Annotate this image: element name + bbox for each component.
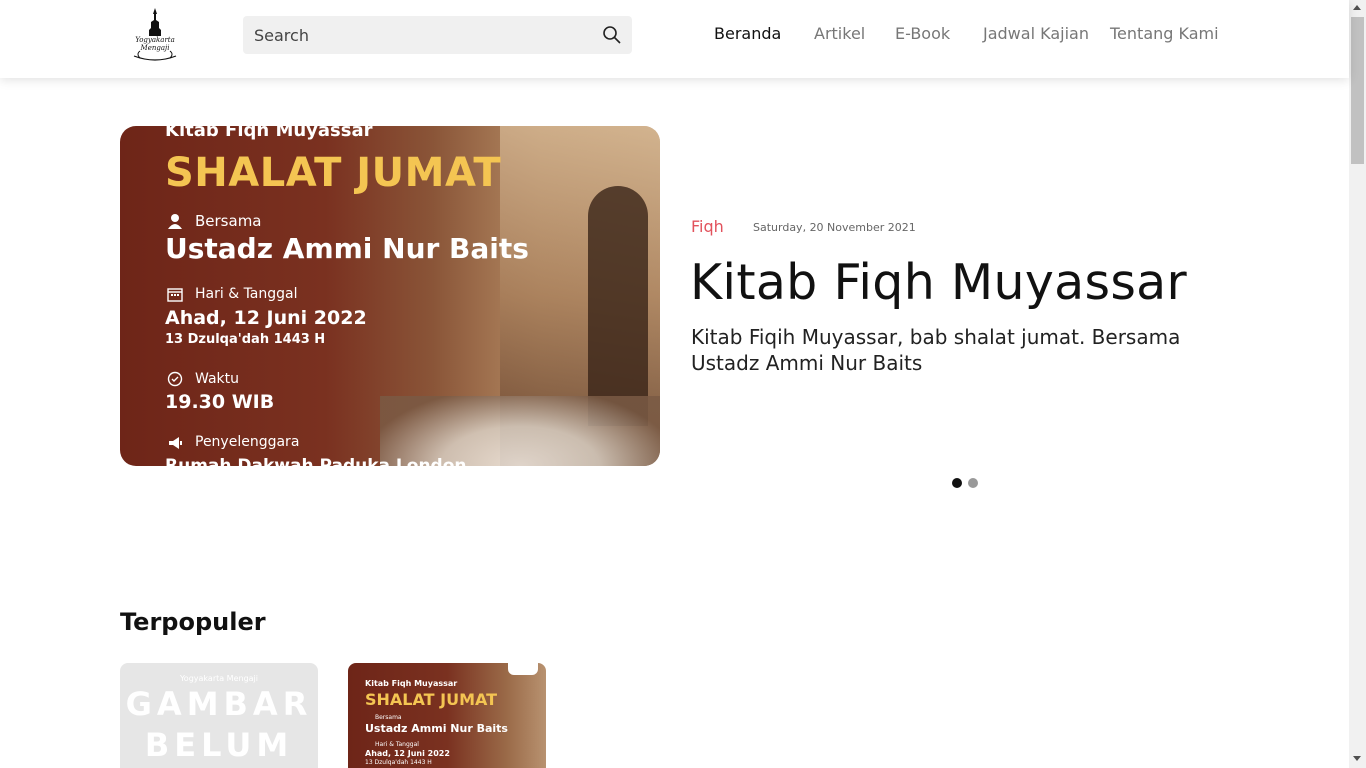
search-input[interactable] xyxy=(243,16,583,54)
popular-card-2[interactable]: Kitab Fiqh Muyassar SHALAT JUMAT Bersama… xyxy=(348,663,546,768)
search-icon[interactable] xyxy=(602,25,622,45)
site-logo[interactable]: Yogyakarta Mengaji xyxy=(126,6,184,62)
banner-time: 19.30 WIB xyxy=(165,391,275,413)
card-hijri-date: 13 Dzulqa'dah 1443 H xyxy=(365,759,432,766)
nav-ebook[interactable]: E-Book xyxy=(895,24,950,43)
banner-top-line: Kitab Fiqh Muyassar xyxy=(165,126,373,141)
post-category[interactable]: Fiqh xyxy=(691,217,724,236)
megaphone-icon xyxy=(169,437,182,449)
card-bersama-label: Bersama xyxy=(375,714,402,721)
banner-time-label: Waktu xyxy=(195,371,239,387)
logo-line-2: Mengaji xyxy=(140,44,170,52)
nav-jadwal-kajian[interactable]: Jadwal Kajian xyxy=(983,24,1089,43)
calendar-icon xyxy=(167,288,183,302)
post-description: Kitab Fiqih Muyassar, bab shalat jumat. … xyxy=(691,325,1181,375)
tugu-monument-icon xyxy=(133,8,177,61)
post-title[interactable]: Kitab Fiqh Muyassar xyxy=(690,254,1187,311)
card-date: Ahad, 12 Juni 2022 xyxy=(365,749,450,758)
card-placeholder-line-2: BELUM xyxy=(144,726,294,764)
logo-line-1: Yogyakarta xyxy=(135,36,175,44)
scroll-thumb[interactable] xyxy=(1351,17,1364,164)
carousel-dot-2[interactable] xyxy=(968,478,978,488)
scroll-up-arrow-icon[interactable] xyxy=(1353,5,1361,10)
person-icon xyxy=(168,214,182,229)
mosque-door-decor xyxy=(588,186,648,426)
banner-speaker: Ustadz Ammi Nur Baits xyxy=(165,232,529,265)
banner-title: SHALAT JUMAT xyxy=(165,150,502,196)
card-speaker: Ustadz Ammi Nur Baits xyxy=(365,722,508,735)
logo-text: Yogyakarta Mengaji xyxy=(126,36,184,52)
page-scrollbar[interactable] xyxy=(1349,0,1366,768)
card-date-label: Hari & Tanggal xyxy=(375,741,419,748)
nav-tentang-kami[interactable]: Tentang Kami xyxy=(1110,24,1219,43)
card-title: SHALAT JUMAT xyxy=(365,690,498,709)
site-header: Yogyakarta Mengaji Beranda Artikel E-Boo… xyxy=(0,0,1349,78)
card-brand: Yogyakarta Mengaji xyxy=(179,674,259,683)
card-placeholder-line-1: GAMBAR xyxy=(125,685,313,723)
banner-date: Ahad, 12 Juni 2022 xyxy=(165,307,367,329)
banner-bersama-label: Bersama xyxy=(195,212,262,230)
popular-section-title: Terpopuler xyxy=(120,608,266,636)
carousel-dot-1[interactable] xyxy=(952,478,962,488)
scroll-down-arrow-icon[interactable] xyxy=(1353,756,1361,761)
clock-icon xyxy=(167,371,183,387)
banner-date-label: Hari & Tanggal xyxy=(195,286,298,302)
nav-artikel[interactable]: Artikel xyxy=(814,24,865,43)
card-badge xyxy=(508,663,538,675)
featured-banner-image[interactable]: Kitab Fiqh Muyassar SHALAT JUMAT Bersama… xyxy=(120,126,660,466)
card-top-line: Kitab Fiqh Muyassar xyxy=(365,679,458,688)
post-date: Saturday, 20 November 2021 xyxy=(753,221,916,234)
popular-card-1[interactable]: Yogyakarta Mengaji GAMBAR BELUM xyxy=(120,663,318,768)
banner-hijri-date: 13 Dzulqa'dah 1443 H xyxy=(165,332,326,347)
banner-organizer-label: Penyelenggara xyxy=(195,434,300,450)
nav-beranda[interactable]: Beranda xyxy=(714,24,781,43)
search-bar xyxy=(243,16,632,54)
banner-organizer: Rumah Dakwah Paduka London xyxy=(165,456,467,466)
